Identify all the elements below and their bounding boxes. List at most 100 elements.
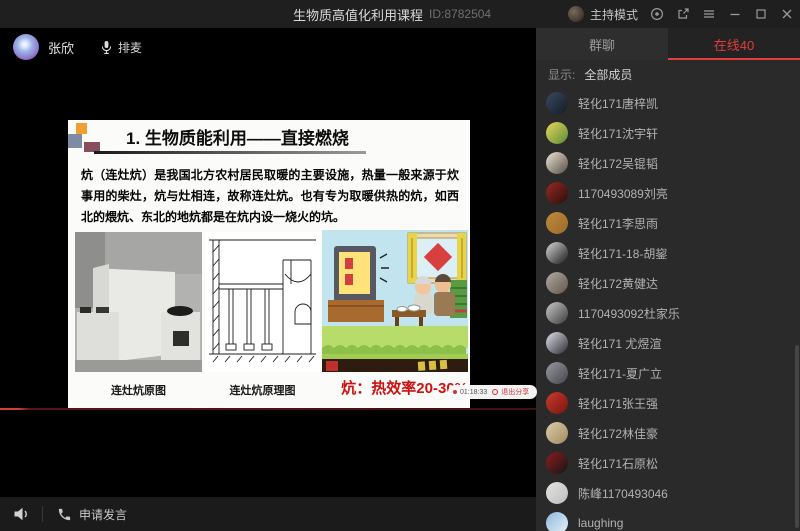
member-name: 轻化171石原松 bbox=[578, 455, 658, 472]
member-avatar bbox=[546, 272, 568, 294]
kang-photo-image bbox=[75, 232, 202, 372]
member-row[interactable]: 轻化171唐梓凯 bbox=[536, 88, 800, 118]
slide-decor-orange-square bbox=[76, 123, 87, 134]
member-row[interactable]: 轻化171张王强 bbox=[536, 388, 800, 418]
member-avatar bbox=[546, 482, 568, 504]
slide-title-rule bbox=[94, 151, 366, 154]
close-icon[interactable] bbox=[779, 7, 794, 22]
member-name: 轻化171李思雨 bbox=[578, 215, 658, 232]
course-title: 生物质高值化利用课程 bbox=[293, 5, 423, 24]
exit-share-button[interactable]: 退出分享 bbox=[501, 387, 529, 397]
presenter-row: 张欣 排麦 bbox=[13, 34, 142, 60]
member-row[interactable]: 陈峰1170493046 bbox=[536, 478, 800, 508]
queue-mic-label: 排麦 bbox=[118, 39, 142, 56]
slide-title: 1. 生物质能利用——直接燃烧 bbox=[126, 124, 349, 149]
member-row[interactable]: 轻化172黄健达 bbox=[536, 268, 800, 298]
member-avatar bbox=[546, 152, 568, 174]
popout-icon[interactable] bbox=[675, 7, 690, 22]
member-avatar bbox=[546, 512, 568, 531]
member-avatar bbox=[546, 392, 568, 414]
bottom-bar: 申请发言 bbox=[0, 497, 536, 531]
member-row[interactable]: laughing bbox=[536, 508, 800, 531]
tab-online-members[interactable]: 在线40 bbox=[668, 28, 800, 60]
member-list: 轻化171唐梓凯轻化171沈宇轩轻化172吴锟韬 1170493089刘亮轻化17… bbox=[536, 88, 800, 531]
member-name: laughing bbox=[578, 516, 623, 530]
host-mode-label: 主持模式 bbox=[590, 6, 638, 23]
member-name: 轻化171唐梓凯 bbox=[578, 95, 658, 112]
queue-mic-button[interactable]: 排麦 bbox=[100, 39, 142, 56]
member-avatar bbox=[546, 212, 568, 234]
member-avatar bbox=[546, 92, 568, 114]
request-speak-button[interactable]: 申请发言 bbox=[57, 506, 127, 523]
thermal-efficiency-note: 炕：热效率20-30% bbox=[310, 377, 468, 398]
kang-cartoon-image bbox=[322, 230, 468, 372]
member-row[interactable]: 轻化172吴锟韬 bbox=[536, 148, 800, 178]
member-name: 轻化171-夏广立 bbox=[578, 365, 662, 382]
host-avatar bbox=[568, 6, 584, 22]
titlebar-controls: 主持模式 bbox=[568, 0, 794, 28]
member-avatar bbox=[546, 242, 568, 264]
maximize-icon[interactable] bbox=[753, 7, 768, 22]
member-name: 轻化171-18-胡鋆 bbox=[578, 245, 667, 262]
member-avatar bbox=[546, 302, 568, 324]
member-row[interactable]: 轻化171-18-胡鋆 bbox=[536, 238, 800, 268]
menu-icon[interactable] bbox=[701, 7, 716, 22]
member-avatar bbox=[546, 452, 568, 474]
slide-body-text: 炕（连灶炕）是我国北方农村居民取暖的主要设施，热量一般来源于炊事用的柴灶，炕与灶… bbox=[81, 165, 459, 228]
member-avatar bbox=[546, 422, 568, 444]
member-name: 轻化172吴锟韬 bbox=[578, 155, 658, 172]
speaker-icon[interactable] bbox=[12, 504, 32, 524]
presenter-avatar bbox=[13, 34, 39, 60]
titlebar-center: 生物质高值化利用课程 ID:8782504 bbox=[293, 0, 491, 28]
caption-kang-diagram: 连灶炕原理图 bbox=[205, 382, 320, 398]
exit-share-icon bbox=[492, 389, 498, 395]
member-name: 轻化171张王强 bbox=[578, 395, 658, 412]
recording-dot-icon bbox=[453, 390, 457, 394]
sidebar-tabs: 群聊 在线40 bbox=[536, 28, 800, 60]
member-name: 1170493092杜家乐 bbox=[578, 305, 680, 322]
member-row[interactable]: 轻化172林佳豪 bbox=[536, 418, 800, 448]
share-timer: 01:18:33 bbox=[460, 389, 487, 396]
video-area: 张欣 排麦 1. 生物质能利用——直接燃烧 炕（连灶炕）是我国北方农村居民取暖的… bbox=[0, 28, 536, 497]
member-name: 陈峰1170493046 bbox=[578, 485, 668, 502]
tab-group-chat[interactable]: 群聊 bbox=[536, 28, 668, 60]
member-filter-row: 显示: 全部成员 bbox=[548, 60, 632, 88]
filter-dropdown[interactable]: 全部成员 bbox=[584, 66, 632, 83]
slide-decor-blue-square bbox=[68, 134, 82, 148]
member-name: 轻化171 尤煜渲 bbox=[578, 335, 661, 352]
titlebar: 生物质高值化利用课程 ID:8782504 主持模式 bbox=[0, 0, 800, 28]
shared-slide: 1. 生物质能利用——直接燃烧 炕（连灶炕）是我国北方农村居民取暖的主要设施，热… bbox=[68, 120, 470, 410]
member-row[interactable]: 轻化171石原松 bbox=[536, 448, 800, 478]
filter-label: 显示: bbox=[548, 66, 575, 83]
member-name: 轻化172林佳豪 bbox=[578, 425, 658, 442]
host-mode-control[interactable]: 主持模式 bbox=[568, 6, 638, 23]
member-row[interactable]: 轻化171 尤煜渲 bbox=[536, 328, 800, 358]
microphone-icon bbox=[100, 40, 113, 55]
member-name: 轻化172黄健达 bbox=[578, 275, 658, 292]
member-row[interactable]: 1170493092杜家乐 bbox=[536, 298, 800, 328]
app-window: 生物质高值化利用课程 ID:8782504 主持模式 bbox=[0, 0, 800, 531]
minimize-icon[interactable] bbox=[727, 7, 742, 22]
record-icon[interactable] bbox=[649, 7, 664, 22]
course-id: ID:8782504 bbox=[429, 7, 491, 21]
member-row[interactable]: 1170493089刘亮 bbox=[536, 178, 800, 208]
member-avatar bbox=[546, 362, 568, 384]
member-name: 1170493089刘亮 bbox=[578, 185, 668, 202]
member-name: 轻化171沈宇轩 bbox=[578, 125, 658, 142]
kang-principle-diagram bbox=[205, 232, 320, 372]
screen-share-border bbox=[0, 408, 536, 410]
member-row[interactable]: 轻化171沈宇轩 bbox=[536, 118, 800, 148]
member-avatar bbox=[546, 182, 568, 204]
member-avatar bbox=[546, 332, 568, 354]
share-toolbar: 01:18:33 退出分享 bbox=[448, 385, 537, 399]
member-row[interactable]: 轻化171-夏广立 bbox=[536, 358, 800, 388]
scrollbar-thumb[interactable] bbox=[795, 345, 799, 528]
request-speak-label: 申请发言 bbox=[79, 506, 127, 523]
member-avatar bbox=[546, 122, 568, 144]
member-row[interactable]: 轻化171李思雨 bbox=[536, 208, 800, 238]
sidebar: 群聊 在线40 显示: 全部成员 轻化171唐梓凯轻化171沈宇轩轻化172吴锟… bbox=[536, 28, 800, 531]
bottom-bar-divider bbox=[42, 506, 43, 522]
presenter-name: 张欣 bbox=[48, 38, 74, 57]
caption-kang-photo: 连灶炕原图 bbox=[75, 382, 202, 398]
call-hand-icon bbox=[57, 507, 72, 522]
